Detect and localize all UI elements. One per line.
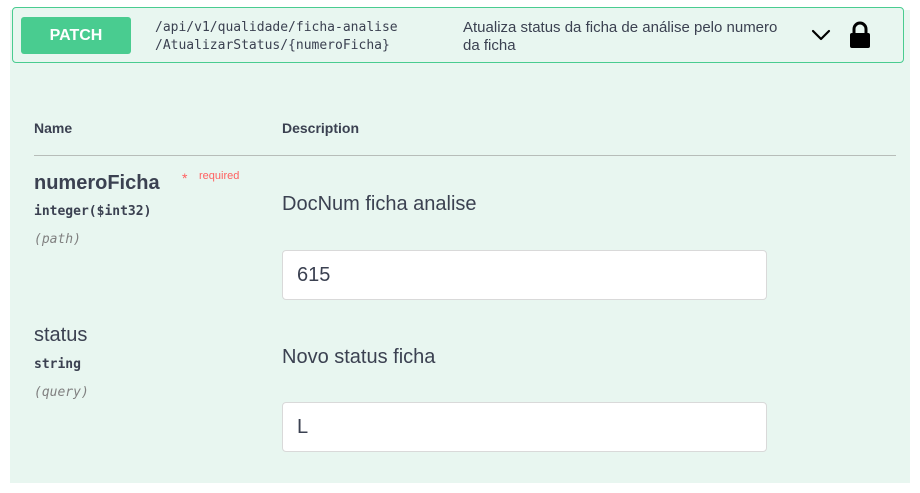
parameter-type: string [34, 357, 81, 372]
parameter-location: (path) [34, 232, 81, 247]
required-label: required [199, 170, 240, 182]
parameters-section: Name Description numeroFicha * required … [10, 88, 910, 483]
method-badge: PATCH [21, 17, 131, 54]
chevron-down-icon[interactable] [808, 22, 834, 48]
parameter-description: Novo status ficha [282, 346, 436, 368]
operation-summary-text: Atualiza status da ficha de análise pelo… [463, 19, 778, 54]
operation-path: /api/v1/qualidade/ficha-analise /Atualiz… [155, 20, 398, 53]
lock-icon[interactable] [847, 20, 873, 50]
header-divider [34, 155, 896, 156]
parameter-name: numeroFicha [34, 172, 160, 194]
parameter-name: status [34, 324, 88, 346]
column-header-description: Description [282, 120, 360, 136]
parameter-location: (query) [34, 385, 89, 400]
column-header-name: Name [34, 120, 73, 136]
parameter-type: integer($int32) [34, 204, 152, 219]
status-input[interactable] [282, 402, 767, 452]
required-marker: * [182, 170, 188, 186]
numero-ficha-input[interactable] [282, 250, 767, 300]
operation-summary[interactable]: PATCH /api/v1/qualidade/ficha-analise /A… [12, 7, 904, 63]
parameter-description: DocNum ficha analise [282, 193, 477, 215]
